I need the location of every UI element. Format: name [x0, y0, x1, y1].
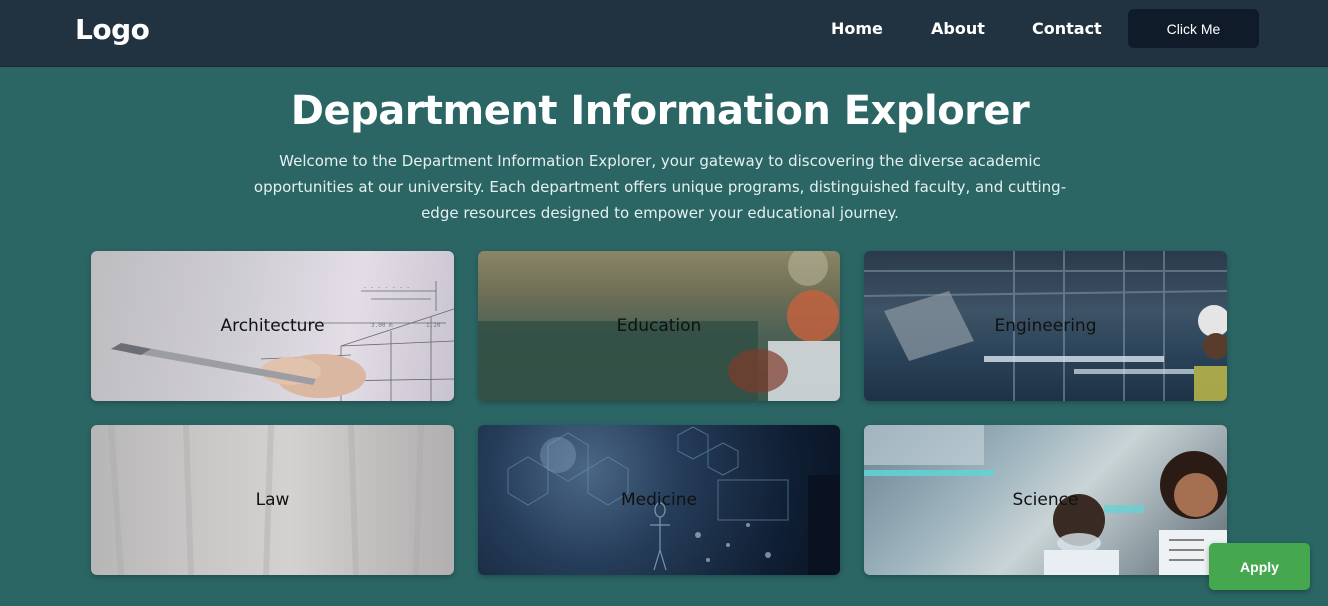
department-label: Architecture	[220, 316, 325, 336]
page-title: Department Information Explorer	[290, 88, 1030, 134]
click-me-button[interactable]: Click Me	[1128, 9, 1259, 48]
nav-link-home[interactable]: Home	[831, 19, 883, 38]
intro-text: Welcome to the Department Information Ex…	[253, 152, 1067, 222]
nav-link-about[interactable]: About	[931, 19, 985, 38]
department-card-architecture[interactable]: - - - - - - - 3.00 m 1.20 Architecture	[91, 251, 454, 401]
department-label: Engineering	[994, 316, 1097, 336]
department-card-medicine[interactable]: Medicine	[478, 425, 840, 575]
nav-link-contact[interactable]: Contact	[1032, 19, 1102, 38]
apply-button[interactable]: Apply	[1209, 543, 1310, 590]
navbar: Logo Home About Contact Click Me	[0, 0, 1328, 67]
department-label: Education	[616, 316, 702, 336]
department-card-engineering[interactable]: Engineering	[864, 251, 1227, 401]
department-label: Science	[1012, 490, 1079, 510]
department-card-law[interactable]: Law	[91, 425, 454, 575]
logo[interactable]: Logo	[75, 13, 150, 46]
department-card-science[interactable]: Science	[864, 425, 1227, 575]
department-label: Medicine	[621, 490, 697, 510]
department-label: Law	[255, 490, 290, 510]
department-card-education[interactable]: Education	[478, 251, 840, 401]
